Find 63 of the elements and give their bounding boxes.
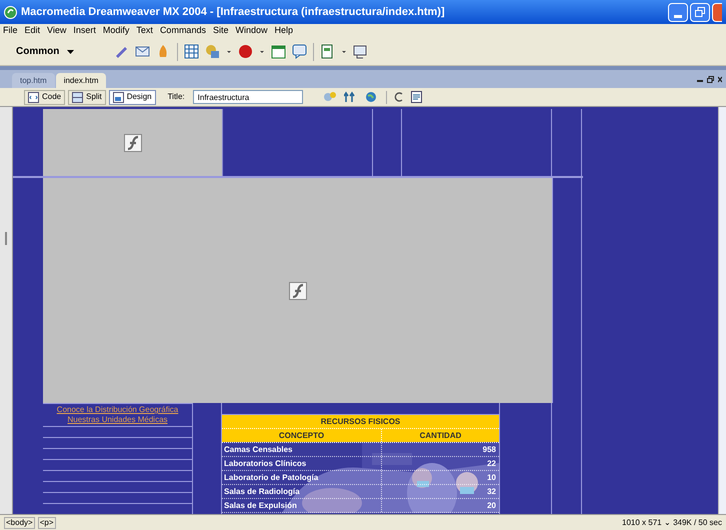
table-cell-text: 32	[486, 486, 497, 498]
minimize-button[interactable]	[668, 2, 688, 22]
menu-item[interactable]: Text	[136, 24, 153, 38]
menu-item[interactable]: View	[47, 24, 66, 38]
page-options-icon[interactable]	[410, 91, 424, 103]
column-header: CONCEPTO	[222, 429, 382, 442]
flash-placeholder-icon	[288, 282, 306, 300]
menu-item[interactable]: Help	[274, 24, 293, 38]
page-size-info: 1010 x 571 ⌄ 349K / 50 sec	[622, 516, 722, 528]
scrollbar[interactable]	[718, 107, 726, 514]
window-title: Macromedia Dreamweaver MX 2004 - [Infraestructura (infraestructura/index.htm)]	[21, 4, 445, 20]
view-code-button[interactable]: Code	[24, 90, 66, 104]
menu-item[interactable]: Commands	[160, 24, 206, 38]
calendar-icon[interactable]	[271, 44, 286, 59]
table-cell: Camas Censables	[222, 443, 382, 456]
title-label: Title:	[168, 91, 185, 103]
title-input[interactable]: Infraestructura	[192, 90, 303, 104]
view-split-button[interactable]: Split	[68, 90, 106, 104]
menu-item[interactable]: Site	[212, 24, 228, 38]
column-header: CANTIDAD	[382, 429, 499, 442]
menu-item[interactable]: Edit	[24, 24, 40, 38]
restore-icon[interactable]	[707, 76, 714, 82]
menu-item[interactable]: Window	[235, 24, 268, 38]
image-icon[interactable]	[205, 44, 220, 59]
table-cell-text: 20	[486, 500, 497, 512]
maximize-button[interactable]	[690, 2, 710, 22]
splitter-handle[interactable]	[5, 232, 7, 245]
design-view-icon	[112, 92, 124, 102]
view-design-button[interactable]: Design	[108, 90, 156, 104]
menu-item[interactable]: Insert	[73, 24, 96, 38]
tag-selector[interactable]: <body>	[4, 516, 35, 528]
table-cell: Salas de Expulsión	[222, 499, 382, 512]
flash-placeholder-icon	[124, 134, 142, 152]
close-button[interactable]	[712, 2, 722, 22]
caret-icon	[67, 50, 74, 54]
menu-item[interactable]: Modify	[102, 24, 130, 38]
document-tab[interactable]: index.htm	[56, 73, 106, 88]
table-cell: Salas de Radiología	[222, 485, 382, 498]
ball-icon[interactable]	[238, 44, 254, 59]
table-cell-text: 958	[482, 444, 497, 456]
envelope-icon[interactable]	[135, 44, 150, 59]
document-tab[interactable]: top.htm	[12, 73, 55, 88]
code-view-icon	[28, 92, 39, 102]
table-icon[interactable]	[184, 44, 200, 59]
minimize-icon	[674, 14, 682, 18]
table-cell-text: 10	[486, 472, 497, 484]
table-title: RECURSOS FISICOS	[222, 415, 499, 429]
app-logo-icon	[4, 6, 17, 18]
globe-icon[interactable]	[364, 91, 379, 103]
refresh-icon[interactable]	[394, 91, 404, 103]
table-cell: Laboratorio de Patología	[222, 471, 382, 484]
link[interactable]: Nuestras Unidades Médicas	[67, 415, 168, 425]
table-cell: Laboratorios Clínicos	[222, 457, 382, 470]
link[interactable]: Conoce la Distribución Geográfica	[56, 405, 178, 415]
comment-icon[interactable]	[292, 44, 308, 59]
restore-icon	[695, 7, 705, 17]
category-dropdown[interactable]: Common	[8, 44, 82, 59]
menu-item[interactable]: File	[3, 24, 18, 38]
split-view-icon	[72, 92, 84, 102]
close-icon[interactable]	[718, 76, 722, 82]
template-icon[interactable]	[320, 44, 336, 59]
table-cell-text: 22	[486, 458, 497, 470]
tag-selector[interactable]: <p>	[38, 516, 56, 528]
